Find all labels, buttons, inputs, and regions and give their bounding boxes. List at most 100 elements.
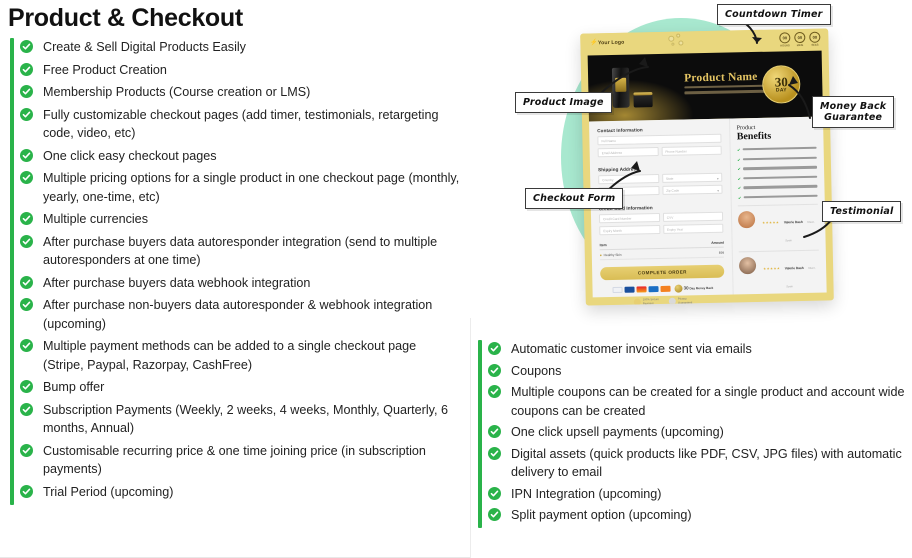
expiry-month-field[interactable]: Expiry Month — [599, 224, 661, 236]
list-item-label: Multiple pricing options for a single pr… — [43, 171, 460, 204]
trust-badges-row: 100% Secure Payment Privacy Guaranteed — [601, 297, 726, 306]
list-item: Bump offer — [20, 378, 460, 397]
product-benefits-panel: Product Benefits ✔ ✔ ✔ ✔ ✔ ✔ ★★★★★ Valer… — [729, 116, 827, 295]
complete-order-button[interactable]: COMPLETE ORDER — [600, 264, 725, 281]
testimonial-body: ★★★★★ Valerie Dash Client, Spain — [759, 255, 819, 292]
benefit-item: ✔ — [737, 155, 817, 162]
placeholder: Expiry Year — [666, 227, 684, 233]
secure-payment-text: 100% Secure Payment — [643, 298, 659, 305]
seal-icon — [674, 284, 683, 293]
list-item: Multiple currencies — [20, 210, 460, 229]
list-item: Customisable recurring price & one time … — [20, 442, 460, 479]
placeholder: Full Name — [601, 139, 617, 144]
benefit-text-placeholder — [743, 175, 818, 180]
full-name-field[interactable]: Full Name — [597, 133, 722, 146]
item-name: Healthy Skin — [600, 252, 622, 256]
list-item-label: Free Product Creation — [43, 62, 167, 77]
check-circle-icon — [488, 342, 501, 355]
visa-icon — [624, 286, 635, 294]
check-circle-icon — [20, 443, 33, 457]
list-item-label: Automatic customer invoice sent via emai… — [511, 342, 752, 356]
list-item-label: Digital assets (quick products like PDF,… — [511, 446, 902, 480]
list-item-label: After purchase buyers data autoresponder… — [43, 234, 438, 268]
phone-field[interactable]: Phone Number — [661, 145, 723, 156]
check-circle-icon — [20, 212, 33, 225]
list-item-label: Bump offer — [43, 380, 105, 394]
left-feature-list: Create & Sell Digital Products Easily Fr… — [20, 38, 460, 501]
callout-checkout-form: Checkout Form — [525, 188, 624, 209]
list-item-label: IPN Integration (upcoming) — [511, 486, 662, 501]
list-item: Subscription Payments (Weekly, 2 weeks, … — [20, 401, 460, 438]
payment-methods-row: 30 Day Money Back — [600, 284, 725, 295]
shipping-address-heading: Shipping Address — [597, 166, 639, 173]
placeholder: Phone Number — [665, 149, 687, 155]
list-item: One click upsell payments (upcoming) — [488, 423, 908, 442]
list-item: Free Product Creation — [20, 61, 460, 80]
list-item: After purchase buyers data webhook integ… — [20, 274, 460, 293]
list-item-label: Subscription Payments (Weekly, 2 weeks, … — [43, 402, 449, 436]
list-item-label: Multiple payment methods can be added to… — [43, 339, 417, 372]
benefit-item: ✔ — [738, 184, 818, 191]
list-item: After purchase buyers data autoresponder… — [20, 233, 460, 270]
badge-number: 30 — [774, 73, 788, 90]
check-circle-icon — [20, 298, 33, 311]
check-icon: ✔ — [737, 195, 742, 201]
timer-unit: 00 SECS — [809, 31, 821, 47]
placeholder: Email Address — [601, 151, 623, 156]
benefit-text-placeholder — [743, 156, 817, 161]
list-item: IPN Integration (upcoming) — [488, 485, 908, 504]
product-image — [611, 67, 630, 108]
testimonial-card: ★★★★★ Valerie Dash Client, Spain — [739, 249, 820, 293]
privacy-line2: Guaranteed — [677, 300, 693, 305]
list-item: Multiple coupons can be created for a si… — [488, 383, 908, 420]
mastercard-icon — [636, 286, 647, 293]
placeholder: CVV — [666, 216, 674, 221]
timer-label: SECS — [811, 43, 819, 47]
callout-countdown-timer: Countdown Timer — [717, 4, 831, 25]
benefits-heading-large: Benefits — [736, 130, 772, 143]
check-circle-icon — [488, 486, 501, 500]
placeholder: State — [665, 177, 674, 182]
guarantee-number: 30 — [683, 285, 689, 291]
avatar — [738, 210, 756, 228]
list-item-label: Multiple coupons can be created for a si… — [511, 385, 905, 418]
check-circle-icon — [20, 234, 33, 248]
countdown-timer: 00 HOURS 00 MINS 00 SECS — [779, 31, 821, 47]
check-circle-icon — [20, 380, 33, 393]
list-item-label: Trial Period (upcoming) — [43, 484, 174, 499]
list-item: Split payment option (upcoming) — [488, 506, 908, 525]
expiry-year-field[interactable]: Expiry Year — [662, 223, 724, 234]
check-circle-icon — [20, 402, 33, 416]
check-circle-icon — [20, 40, 33, 53]
star-rating: ★★★★★ — [763, 266, 781, 271]
left-accent-rail — [10, 38, 14, 505]
list-item: Membership Products (Course creation or … — [20, 83, 460, 102]
state-select[interactable]: State ▾ — [661, 172, 723, 183]
list-item: Fully customizable checkout pages (add t… — [20, 106, 460, 143]
benefit-text-placeholder — [743, 165, 818, 170]
email-field[interactable]: Email Address — [597, 147, 659, 158]
right-accent-rail — [478, 340, 482, 528]
list-item: One click easy checkout pages — [20, 147, 460, 166]
card-number-field[interactable]: Credit Card Number — [598, 213, 660, 224]
list-item-label: Fully customizable checkout pages (add t… — [43, 107, 439, 141]
card-row-2: Expiry Month Expiry Year — [599, 223, 724, 239]
check-circle-icon — [20, 275, 33, 289]
country-field[interactable]: Country — [598, 174, 660, 185]
contact-information-heading: Contact Information — [597, 127, 643, 134]
placeholder: Expiry Month — [603, 229, 622, 234]
shield-icon — [668, 297, 677, 305]
cvv-field[interactable]: CVV — [662, 211, 724, 222]
check-circle-icon — [488, 363, 501, 377]
list-item: Digital assets (quick products like PDF,… — [488, 445, 908, 482]
contact-row: Email Address Phone Number — [597, 145, 723, 161]
testimonial-body: ★★★★★ Valerie Dash Client, Spain — [758, 209, 818, 246]
secure-payment-badge: 100% Secure Payment — [633, 298, 659, 306]
check-icon: ✔ — [737, 176, 742, 182]
right-feature-column: Automatic customer invoice sent via emai… — [478, 340, 908, 528]
chevron-down-icon: ▾ — [717, 188, 719, 193]
badge-unit: DAY — [775, 86, 787, 94]
zip-select[interactable]: Zip Code ▾ — [662, 184, 723, 195]
check-icon: ✔ — [736, 147, 741, 153]
product-image-secondary — [633, 94, 653, 108]
